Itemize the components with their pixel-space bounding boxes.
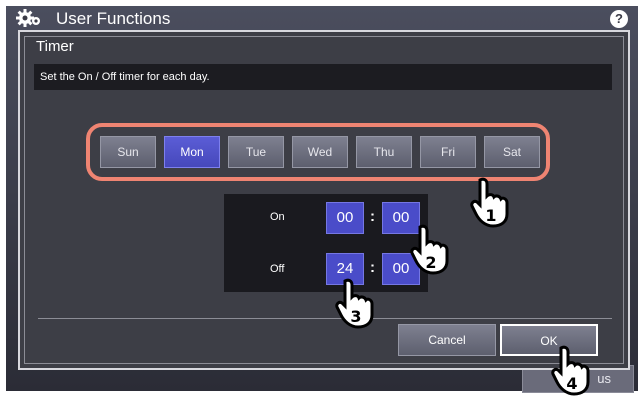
callout-label-2: 2 xyxy=(425,253,436,272)
day-button-sat[interactable]: Sat xyxy=(484,136,540,168)
timer-dialog: Timer Set the On / Off timer for each da… xyxy=(18,30,630,370)
hand-pointer-icon-4: 4 xyxy=(551,345,590,396)
callout-label-3: 3 xyxy=(350,307,361,326)
help-icon[interactable]: ? xyxy=(610,10,628,28)
off-colon: : xyxy=(370,259,375,276)
cancel-button[interactable]: Cancel xyxy=(398,324,496,356)
dialog-divider xyxy=(38,318,612,319)
dialog-message: Set the On / Off timer for each day. xyxy=(34,64,612,90)
day-button-thu[interactable]: Thu xyxy=(356,136,412,168)
hand-pointer-icon-2: 2 xyxy=(410,224,449,275)
dialog-title: Timer xyxy=(36,38,74,55)
hand-pointer-icon-3: 3 xyxy=(335,278,374,329)
day-button-fri[interactable]: Fri xyxy=(420,136,476,168)
day-selector: Sun Mon Tue Wed Thu Fri Sat xyxy=(86,123,550,181)
time-panel: On 00 : 00 Off 24 : 00 xyxy=(224,194,428,292)
callout-label-4: 4 xyxy=(566,374,577,393)
on-colon: : xyxy=(370,208,375,225)
day-button-mon[interactable]: Mon xyxy=(164,136,220,168)
app-title: User Functions xyxy=(56,9,171,28)
callout-label-1: 1 xyxy=(485,206,496,225)
day-button-wed[interactable]: Wed xyxy=(292,136,348,168)
off-label: Off xyxy=(270,263,285,275)
hand-pointer-icon-1: 1 xyxy=(470,177,509,228)
on-hour-field[interactable]: 00 xyxy=(326,202,364,234)
day-button-tue[interactable]: Tue xyxy=(228,136,284,168)
on-label: On xyxy=(270,211,285,223)
app-title-bar: User Functions ? xyxy=(6,6,638,30)
day-button-sun[interactable]: Sun xyxy=(100,136,156,168)
gear-icon xyxy=(16,9,40,27)
